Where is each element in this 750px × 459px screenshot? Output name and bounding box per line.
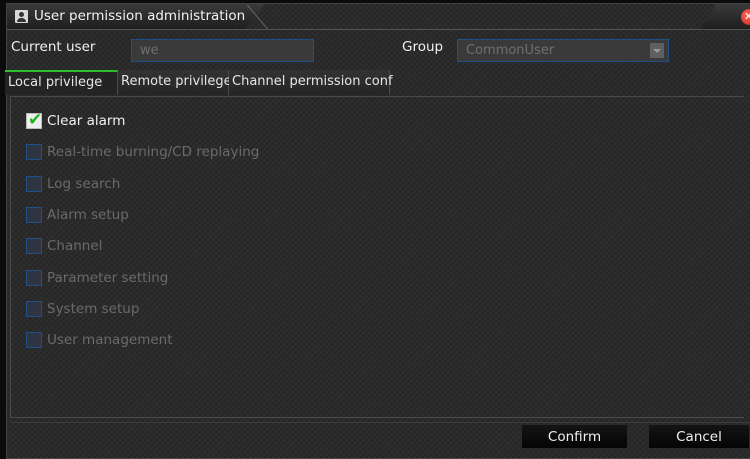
current-user-field[interactable]: we: [131, 39, 314, 62]
group-select[interactable]: CommonUser: [457, 39, 669, 62]
footer-divider: [10, 422, 750, 423]
permission-label: Parameter setting: [47, 270, 169, 286]
permission-checkbox: [26, 207, 42, 223]
group-label: Group: [402, 39, 444, 55]
user-icon: [15, 10, 28, 23]
permission-label: Alarm setup: [47, 207, 129, 223]
permission-checkbox[interactable]: ✔: [26, 110, 43, 130]
tab-local-privilege[interactable]: Local privilege: [5, 70, 118, 95]
group-select-value: CommonUser: [466, 43, 555, 58]
check-icon: ✔: [28, 110, 43, 130]
tab-remote-privilege[interactable]: Remote privilege: [118, 70, 232, 95]
tab-channel-permission-conf[interactable]: Channel permission conf: [229, 70, 393, 95]
permission-checkbox: [26, 332, 42, 348]
title-bar: User permission administration ✕: [7, 4, 750, 30]
permission-label: Channel: [47, 238, 103, 254]
current-user-label: Current user: [11, 39, 96, 55]
close-icon[interactable]: ✕: [741, 9, 750, 25]
permission-label: Real-time burning/CD replaying: [47, 144, 260, 160]
permission-checkbox: [26, 238, 42, 254]
confirm-button[interactable]: Confirm: [521, 424, 628, 449]
permission-checkbox: [26, 176, 42, 192]
permission-label: Clear alarm: [47, 113, 126, 129]
permission-label: User management: [47, 332, 173, 348]
permission-checkbox: [26, 144, 42, 160]
cancel-button[interactable]: Cancel: [648, 424, 750, 449]
permission-checkbox: [26, 301, 42, 317]
chevron-down-icon[interactable]: [650, 43, 664, 58]
permission-label: System setup: [47, 301, 140, 317]
window-title: User permission administration: [34, 8, 246, 24]
permission-label: Log search: [47, 176, 121, 192]
permission-checkbox: [26, 270, 42, 286]
